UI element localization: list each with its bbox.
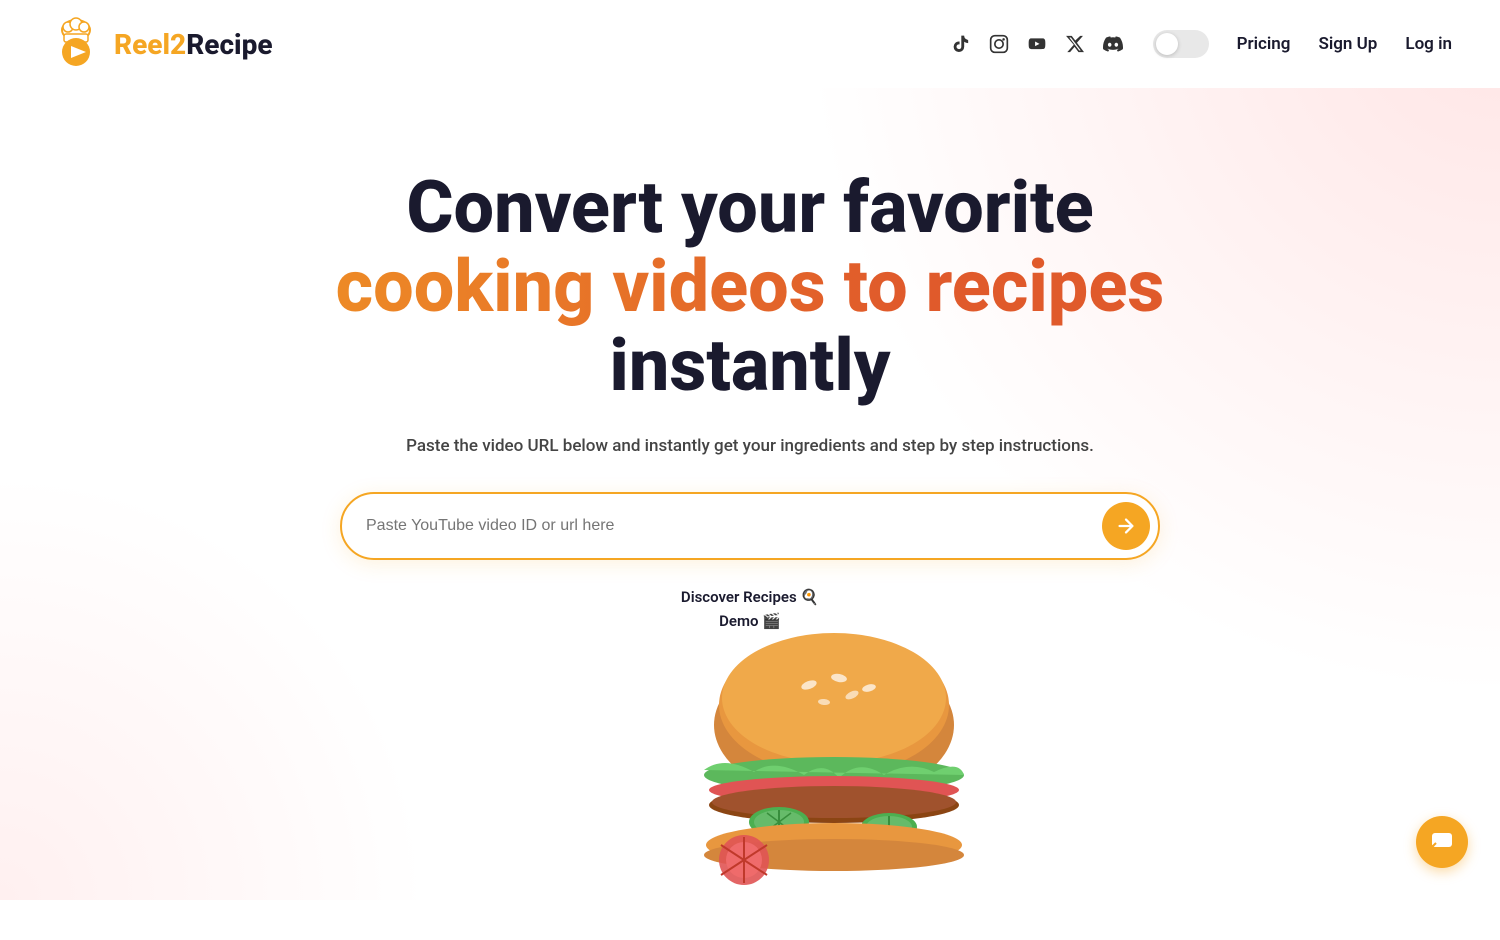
chat-button[interactable] (1416, 816, 1468, 868)
toggle-knob (1156, 33, 1178, 55)
hero-section: Convert your favorite cooking videos to … (0, 88, 1500, 910)
search-wrapper (340, 492, 1160, 560)
arrow-right-icon (1115, 515, 1137, 537)
twitter-icon[interactable] (1063, 32, 1087, 56)
hero-title-line2: cooking videos to recipes (0, 247, 1500, 326)
logo-text: Reel2Recipe (114, 28, 273, 61)
logo[interactable]: Reel2Recipe (48, 16, 273, 72)
search-container (340, 492, 1160, 560)
instagram-icon[interactable] (987, 32, 1011, 56)
logo-icon (48, 16, 104, 72)
illustration-area (0, 650, 1500, 910)
nav-right: Pricing Sign Up Log in (949, 30, 1452, 58)
hero-title-line1: Convert your favorite (0, 168, 1500, 247)
chat-icon (1430, 830, 1454, 854)
signup-link[interactable]: Sign Up (1318, 34, 1377, 54)
social-icons (949, 32, 1125, 56)
discover-recipes-link[interactable]: Discover Recipes 🍳 (681, 588, 819, 606)
theme-toggle[interactable] (1153, 30, 1209, 58)
login-link[interactable]: Log in (1405, 34, 1452, 54)
youtube-icon[interactable] (1025, 32, 1049, 56)
header: Reel2Recipe (0, 0, 1500, 88)
burger-illustration (624, 620, 1044, 940)
tiktok-icon[interactable] (949, 32, 973, 56)
discord-icon[interactable] (1101, 32, 1125, 56)
hero-subtitle: Paste the video URL below and instantly … (0, 436, 1500, 456)
pricing-link[interactable]: Pricing (1237, 34, 1291, 54)
search-button[interactable] (1102, 502, 1150, 550)
url-input[interactable] (366, 517, 1102, 535)
hero-title-line3: instantly (0, 326, 1500, 405)
